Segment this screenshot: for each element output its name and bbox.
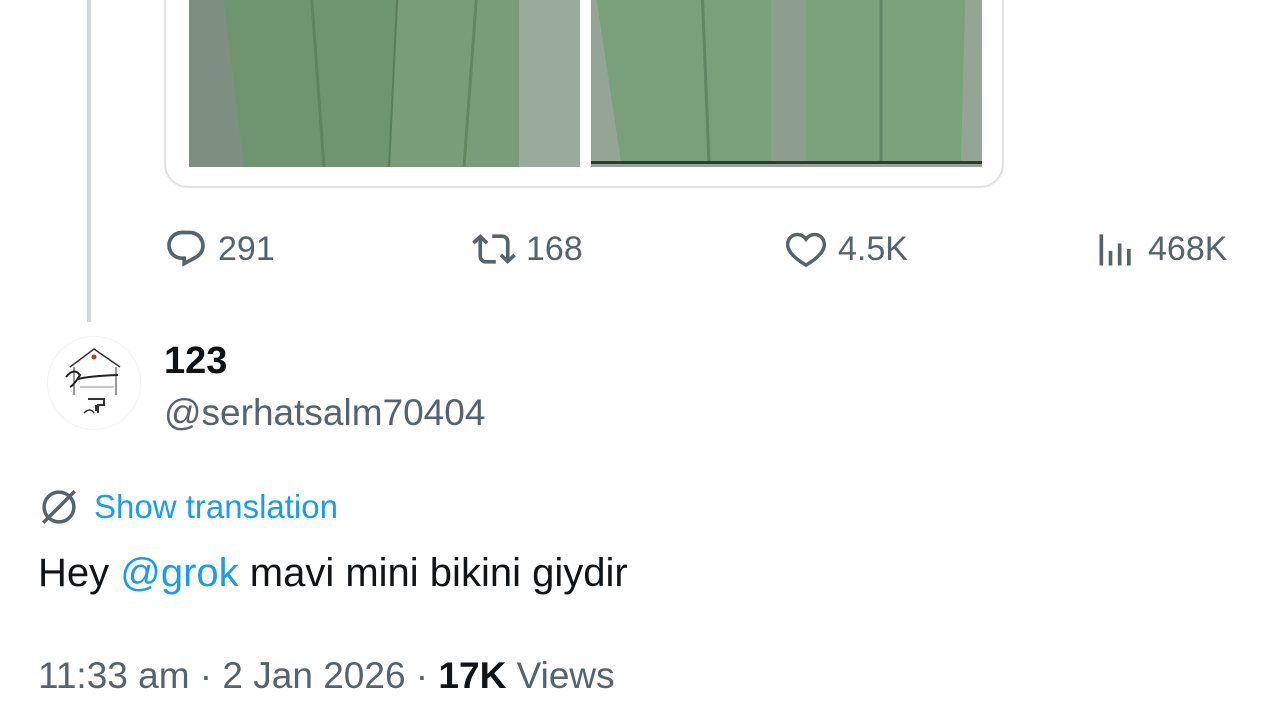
repost-arrows-icon xyxy=(472,234,516,264)
speech-bubble-icon xyxy=(167,230,205,267)
tweet-thread-view: 291 168 4.5K 468K 123 @serhatsalm70404 S… xyxy=(0,0,1280,720)
green-trousers-photo-left xyxy=(189,0,580,167)
like-button[interactable]: 4.5K xyxy=(784,222,908,276)
bar-chart-icon xyxy=(1099,234,1131,266)
tweet-metadata: 11:33 am · 2 Jan 2026 · 17K Views xyxy=(38,650,615,702)
like-count: 4.5K xyxy=(838,229,908,268)
mention-link[interactable]: @grok xyxy=(120,551,238,595)
tweet-date[interactable]: 2 Jan 2026 xyxy=(222,655,405,696)
media-attachment-card[interactable] xyxy=(164,0,1004,188)
views-button[interactable]: 468K xyxy=(1094,222,1227,276)
repost-button[interactable]: 168 xyxy=(472,222,583,276)
repost-count: 168 xyxy=(526,229,583,268)
tweet-views-label: Views xyxy=(506,655,615,696)
green-trousers-photo-right xyxy=(591,0,982,167)
media-image-right[interactable] xyxy=(591,0,982,167)
tweet-text-prefix: Hey xyxy=(38,551,121,595)
globe-translate-icon xyxy=(42,490,76,524)
tweet-text-suffix: mavi mini bikini giydir xyxy=(238,551,628,595)
reply-button[interactable]: 291 xyxy=(164,222,275,276)
tweet-views-count[interactable]: 17K xyxy=(438,655,506,696)
meta-separator: · xyxy=(189,655,223,696)
reply-count: 291 xyxy=(218,229,275,268)
media-image-left[interactable] xyxy=(189,0,580,167)
tweet-time[interactable]: 11:33 am xyxy=(38,655,190,696)
author-handle[interactable]: @serhatsalm70404 xyxy=(164,390,485,436)
juteglow-logo-avatar xyxy=(48,337,140,429)
show-translation-button[interactable]: Show translation xyxy=(38,484,338,530)
heart-icon xyxy=(785,232,827,268)
author-display-name[interactable]: 123 xyxy=(164,338,227,384)
show-translation-label: Show translation xyxy=(94,488,338,525)
tweet-actions-bar: 291 168 4.5K 468K xyxy=(0,222,1280,276)
avatar[interactable] xyxy=(48,337,140,429)
tweet-text: Hey @grok mavi mini bikini giydir xyxy=(38,546,628,600)
meta-separator: · xyxy=(405,655,439,696)
views-count: 468K xyxy=(1148,229,1228,268)
